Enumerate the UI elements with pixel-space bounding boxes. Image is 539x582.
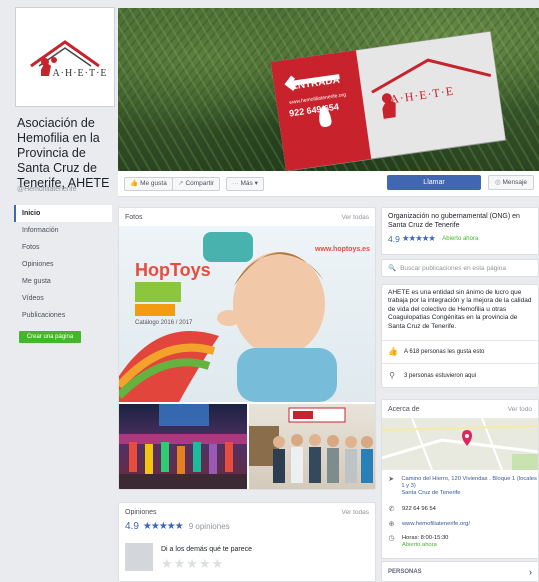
cover-photo[interactable]: ENTRADA www.hemofiliatenerife.org 922 64…: [118, 8, 539, 171]
share-icon: ↗: [178, 180, 184, 187]
website-link[interactable]: www.hemofiliatenerife.org/: [402, 521, 470, 528]
city-link[interactable]: Santa Cruz de Tenerife: [401, 490, 538, 497]
ahete-logo: A·H·E·T·E: [19, 11, 111, 103]
rating-stars-icon: ★★★★★: [142, 521, 184, 532]
reviews-card: Opiniones Ver todas 4.9 ★★★★★ 9 opinione…: [118, 502, 376, 582]
map-pin-icon: ⚲: [389, 371, 395, 380]
left-nav: Inicio Información Fotos Opiniones Me gu…: [14, 205, 112, 324]
address-link[interactable]: Camino del Hierro, 120 Viviendas . Bloqu…: [401, 476, 538, 490]
chevron-down-icon: ▾: [254, 180, 258, 187]
phone-icon: ✆: [388, 506, 395, 513]
open-now-status: · Abierto ahora: [438, 235, 479, 242]
about-card: Acerca de Ver todo ➤ Camino del Hierro, …: [381, 399, 539, 559]
reviews-score: 4.9: [125, 521, 139, 532]
hours-text[interactable]: Horas: 8:00-15:30: [402, 535, 448, 542]
nav-item-inicio[interactable]: Inicio: [14, 205, 112, 222]
chevron-right-icon: ›: [529, 566, 532, 577]
share-button[interactable]: ↗ Compartir: [172, 177, 220, 191]
page-description: AHETE es una entidad sin ánimo de lucro …: [388, 289, 532, 330]
address-row: ➤ Camino del Hierro, 120 Viviendas . Blo…: [388, 476, 538, 497]
photo-catalog-text: Catálogo 2016 / 2017: [135, 320, 193, 326]
people-section-header[interactable]: PERSONAS ›: [381, 561, 539, 582]
hours-row: ◷ Horas: 8:00-15:30 Abierto ahora: [388, 535, 448, 549]
navigation-arrow-icon: ➤: [388, 476, 395, 483]
photo-url-text: www.hoptoys.es: [315, 246, 370, 253]
search-icon: 🔍: [388, 265, 397, 272]
reviews-rating: 4.9 ★★★★★ 9 opiniones: [119, 521, 375, 532]
about-title: Acerca de: [388, 405, 420, 413]
search-input[interactable]: Buscar publicaciones en esta página: [400, 265, 506, 272]
reviews-title: Opiniones: [125, 508, 157, 516]
checkins-stat[interactable]: ⚲ 3 personas estuvieron aquí: [388, 371, 476, 380]
messenger-icon: ◎: [494, 179, 501, 186]
photos-see-all-link[interactable]: Ver todas: [342, 214, 369, 221]
photos-card: Fotos Ver todas HopToys www.hoptoys.es C…: [118, 207, 376, 490]
photo-dance-event[interactable]: [119, 404, 247, 489]
create-page-button[interactable]: Crear una página: [19, 331, 81, 343]
avatar: [125, 543, 153, 571]
reviews-count-link[interactable]: 9 opiniones: [189, 522, 230, 531]
post-search-box[interactable]: 🔍 Buscar publicaciones en esta página: [381, 259, 539, 277]
nav-item-opiniones[interactable]: Opiniones: [14, 256, 112, 273]
likes-stat[interactable]: 👍 A 618 personas les gusta esto: [388, 347, 484, 356]
info-score: 4.9: [388, 233, 400, 244]
page-handle[interactable]: @Hemofiliatenerife: [17, 186, 77, 193]
page-action-bar: 👍 Me gusta ↗ Compartir ··· Más ▾ Llamar ◎ M…: [118, 171, 539, 197]
info-stars-icon: ★★★★★: [401, 233, 436, 243]
rate-stars-input[interactable]: ★★★★★: [161, 556, 224, 572]
write-review-row: Di a los demás qué te parece ★★★★★: [125, 543, 365, 573]
profile-picture[interactable]: A·H·E·T·E: [16, 8, 114, 106]
page-title: Asociación de Hemofilia en la Provincia …: [17, 116, 110, 190]
photo-group-office[interactable]: [249, 404, 375, 489]
thumbs-up-icon: 👍: [388, 347, 398, 356]
nav-item-videos[interactable]: Vídeos: [14, 290, 112, 307]
nav-item-informacion[interactable]: Información: [14, 222, 112, 239]
photo-brand-text: HopToys: [135, 260, 211, 280]
ellipsis-icon: ···: [232, 180, 239, 187]
photos-title: Fotos: [125, 213, 143, 221]
clock-icon: ◷: [388, 535, 395, 542]
logo-text: A·H·E·T·E: [52, 67, 108, 79]
about-summary-card: AHETE es una entidad sin ánimo de lucro …: [381, 284, 539, 388]
people-title: PERSONAS: [388, 568, 422, 575]
like-button[interactable]: 👍 Me gusta: [124, 177, 173, 191]
page-info-card: Organización no gubernamental (ONG) en S…: [381, 207, 539, 255]
more-button[interactable]: ··· Más ▾: [226, 177, 264, 191]
message-button[interactable]: ◎ Mensaje: [488, 175, 534, 190]
page-category[interactable]: Organización no gubernamental (ONG) en S…: [388, 212, 532, 230]
about-see-all-link[interactable]: Ver todo: [508, 406, 532, 413]
nav-item-fotos[interactable]: Fotos: [14, 239, 112, 256]
phone-row: ✆ 922 64 96 54: [388, 506, 436, 513]
location-map[interactable]: [382, 418, 538, 470]
photo-hoptoys[interactable]: HopToys www.hoptoys.es Catálogo 2016 / 2…: [119, 226, 375, 402]
nav-item-me-gusta[interactable]: Me gusta: [14, 273, 112, 290]
hours-open-status: Abierto ahora: [402, 542, 437, 548]
globe-icon: ⊕: [388, 521, 395, 528]
nav-item-publicaciones[interactable]: Publicaciones: [14, 307, 112, 324]
call-button[interactable]: Llamar: [387, 175, 481, 190]
reviews-see-all-link[interactable]: Ver todas: [342, 509, 369, 516]
thumbs-up-icon: 👍: [130, 180, 139, 187]
review-prompt: Di a los demás qué te parece: [161, 546, 253, 553]
website-row: ⊕ www.hemofiliatenerife.org/: [388, 521, 470, 528]
phone-number[interactable]: 922 64 96 54: [402, 506, 436, 513]
